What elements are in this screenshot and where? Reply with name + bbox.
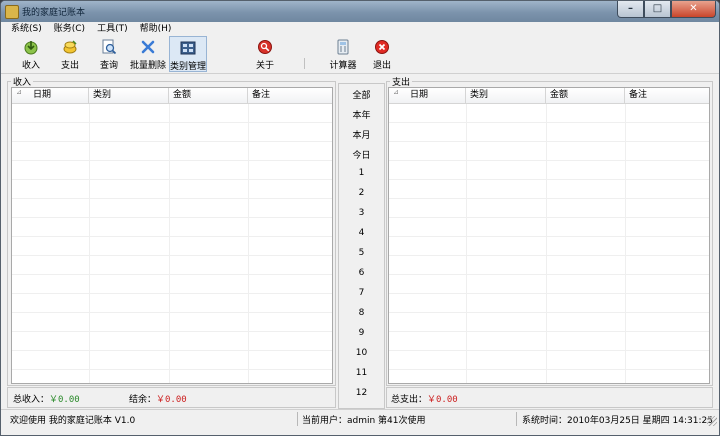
query-icon [102,39,117,55]
expense-total-value: ￥0.00 [427,395,458,405]
about-button[interactable]: 关于 [248,36,282,72]
menu-tools[interactable]: 工具(T) [91,22,134,36]
expense-icon [63,40,77,54]
balance: 结余：￥0.00 [129,392,187,405]
range-month-3[interactable]: 3 [339,208,384,218]
income-summary: 总收入：￥0.00 结余：￥0.00 [7,387,336,408]
exit-icon [375,40,389,54]
menu-bar: 系统(S) 账务(C) 工具(T) 帮助(H) [1,22,719,36]
app-window: 我的家庭记账本 – □ ✕ 系统(S) 账务(C) 工具(T) 帮助(H) 收入… [0,0,720,436]
status-time: 系统时间：2010年03月25日 星期四 14:31:25 [522,416,713,426]
app-icon [5,5,19,19]
range-month-11[interactable]: 11 [339,368,384,378]
range-this-year[interactable]: 本年 [339,108,384,121]
batch-delete-button[interactable]: 批量删除 [130,36,166,72]
window-title: 我的家庭记账本 [22,8,86,18]
calculator-icon [337,39,349,55]
income-total: 总收入：￥0.00 [13,392,80,405]
range-month-5[interactable]: 5 [339,248,384,258]
menu-system[interactable]: 系统(S) [1,22,48,36]
expense-total-label: 总支出： [391,395,428,405]
expense-grid-body [389,104,709,383]
toolbar-separator [304,58,305,69]
income-icon [24,41,38,55]
income-col-category[interactable]: 类别 [89,88,169,103]
grid-divider [466,104,467,383]
date-range-list: 全部 本年 本月 今日 1 2 3 4 5 6 7 8 9 10 11 12 [338,83,385,409]
menu-accounts[interactable]: 账务(C) [48,22,91,36]
grid-divider [248,104,249,383]
balance-value: ￥0.00 [156,395,187,405]
status-separator [516,412,517,426]
income-group: 收入 ⊿ 日期 类别 金额 备注 [7,75,336,386]
range-month-12[interactable]: 12 [339,388,384,398]
about-icon [258,40,272,54]
income-grid-body [12,104,332,383]
range-this-month[interactable]: 本月 [339,128,384,141]
toolbar: 收入 支出 查询 批量删除 类别管理 关于 计算器 退出 [1,36,719,74]
income-grid-header: ⊿ 日期 类别 金额 备注 [12,88,332,104]
about-button-label: 关于 [255,61,274,71]
exit-button-label: 退出 [372,61,391,71]
minimize-button[interactable]: – [617,1,644,18]
status-welcome: 欢迎使用 我的家庭记账本 V1.0 [10,416,136,426]
status-bar: 欢迎使用 我的家庭记账本 V1.0 当前用户：admin 第41次使用 系统时间… [1,409,719,428]
range-month-6[interactable]: 6 [339,268,384,278]
range-month-10[interactable]: 10 [339,348,384,358]
menu-help[interactable]: 帮助(H) [134,22,178,36]
expense-col-date[interactable]: 日期 [389,88,466,103]
income-col-note[interactable]: 备注 [248,88,332,103]
range-month-9[interactable]: 9 [339,328,384,338]
category-icon [180,41,196,55]
range-month-4[interactable]: 4 [339,228,384,238]
grid-divider [546,104,547,383]
expense-button[interactable]: 支出 [53,36,87,72]
range-month-1[interactable]: 1 [339,168,384,178]
income-col-date[interactable]: 日期 [12,88,89,103]
expense-col-note[interactable]: 备注 [625,88,709,103]
income-col-amount[interactable]: 金额 [169,88,248,103]
range-month-2[interactable]: 2 [339,188,384,198]
range-month-8[interactable]: 8 [339,308,384,318]
expense-col-amount[interactable]: 金额 [546,88,625,103]
title-bar[interactable]: 我的家庭记账本 – □ ✕ [1,1,719,22]
balance-label: 结余： [129,395,157,405]
range-all[interactable]: 全部 [339,88,384,101]
range-today[interactable]: 今日 [339,148,384,161]
grid-divider [89,104,90,383]
expense-col-category[interactable]: 类别 [466,88,546,103]
status-user: 当前用户：admin 第41次使用 [302,416,426,426]
status-separator [297,412,298,426]
category-manage-button-label: 类别管理 [169,62,206,72]
resize-grip-icon[interactable] [707,416,717,426]
grid-divider [169,104,170,383]
query-button[interactable]: 查询 [92,36,126,72]
income-button[interactable]: 收入 [14,36,48,72]
range-month-7[interactable]: 7 [339,288,384,298]
exit-button[interactable]: 退出 [365,36,399,72]
maximize-button[interactable]: □ [644,1,671,18]
calculator-button[interactable]: 计算器 [326,36,360,72]
grid-divider [625,104,626,383]
expense-total: 总支出：￥0.00 [391,392,458,405]
category-manage-button[interactable]: 类别管理 [169,36,207,72]
expense-grid-header: ⊿ 日期 类别 金额 备注 [389,88,709,104]
expense-summary: 总支出：￥0.00 [386,387,713,408]
income-total-label: 总收入： [13,395,50,405]
window-controls: – □ ✕ [617,1,716,18]
expense-group: 支出 ⊿ 日期 类别 金额 备注 [386,75,713,386]
income-total-value: ￥0.00 [49,395,80,405]
expense-grid[interactable]: ⊿ 日期 类别 金额 备注 [388,87,710,384]
close-button[interactable]: ✕ [671,1,716,18]
income-grid[interactable]: ⊿ 日期 类别 金额 备注 [11,87,333,384]
batch-delete-icon [141,40,155,54]
